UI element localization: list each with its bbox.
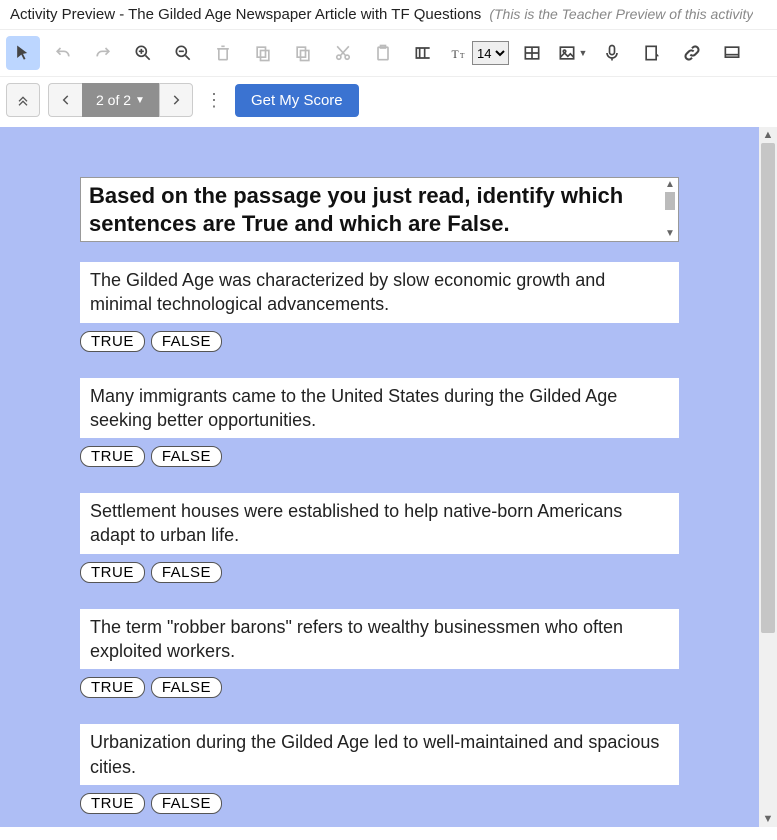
instructions-box: Based on the passage you just read, iden… xyxy=(80,177,679,242)
titlebar: Activity Preview - The Gilded Age Newspa… xyxy=(0,0,777,30)
false-button[interactable]: FALSE xyxy=(151,446,222,467)
undo-button[interactable] xyxy=(46,36,80,70)
copy-button[interactable] xyxy=(246,36,280,70)
vertical-scrollbar[interactable]: ▲ ▼ xyxy=(759,127,777,827)
scroll-track[interactable] xyxy=(759,143,777,811)
worksheet-canvas[interactable]: Based on the passage you just read, iden… xyxy=(0,127,759,827)
font-size-select[interactable]: 1012141618 xyxy=(472,41,509,65)
instructions-text: Based on the passage you just read, iden… xyxy=(89,182,648,237)
page-count-dropdown[interactable]: 2 of 2▼ xyxy=(82,83,159,117)
true-button[interactable]: TRUE xyxy=(80,677,145,698)
scroll-up-icon[interactable]: ▲ xyxy=(759,127,777,143)
clipboard-button[interactable] xyxy=(366,36,400,70)
activity-title: Activity Preview - The Gilded Age Newspa… xyxy=(10,6,481,23)
table-button[interactable] xyxy=(515,36,549,70)
question-block: The term "robber barons" refers to wealt… xyxy=(80,609,679,699)
more-options-button[interactable]: ⋮ xyxy=(201,90,227,111)
question-text: Settlement houses were established to he… xyxy=(80,493,679,554)
link-button[interactable] xyxy=(675,36,709,70)
pointer-tool-button[interactable] xyxy=(6,36,40,70)
question-text: The Gilded Age was characterized by slow… xyxy=(80,262,679,323)
scroll-down-icon[interactable]: ▼ xyxy=(665,229,675,239)
prev-page-button[interactable] xyxy=(48,83,82,117)
false-button[interactable]: FALSE xyxy=(151,562,222,583)
question-block: Many immigrants came to the United State… xyxy=(80,378,679,468)
question-block: Urbanization during the Gilded Age led t… xyxy=(80,724,679,814)
page-nav-group: 2 of 2▼ xyxy=(48,83,193,117)
question-block: Settlement houses were established to he… xyxy=(80,493,679,583)
scroll-up-icon[interactable]: ▲ xyxy=(665,180,675,190)
zoom-out-button[interactable] xyxy=(166,36,200,70)
next-page-button[interactable] xyxy=(159,83,193,117)
false-button[interactable]: FALSE xyxy=(151,793,222,814)
screen-button[interactable] xyxy=(715,36,749,70)
svg-text:T: T xyxy=(460,51,465,60)
cut-button[interactable] xyxy=(326,36,360,70)
teacher-preview-note: (This is the Teacher Preview of this act… xyxy=(489,6,753,22)
true-button[interactable]: TRUE xyxy=(80,446,145,467)
collapse-button[interactable] xyxy=(6,83,40,117)
scroll-thumb[interactable] xyxy=(665,192,675,210)
font-size-icon: TT xyxy=(446,36,472,70)
redo-button[interactable] xyxy=(86,36,120,70)
paste-button[interactable] xyxy=(286,36,320,70)
scroll-thumb[interactable] xyxy=(761,143,775,633)
question-text: Many immigrants came to the United State… xyxy=(80,378,679,439)
instructions-scrollbar[interactable]: ▲ ▼ xyxy=(662,178,678,241)
microphone-button[interactable] xyxy=(595,36,629,70)
get-score-button[interactable]: Get My Score xyxy=(235,84,359,117)
worksheet-canvas-wrap: Based on the passage you just read, iden… xyxy=(0,127,777,827)
pager-toolbar: 2 of 2▼ ⋮ Get My Score xyxy=(0,77,777,127)
audio-button[interactable] xyxy=(635,36,669,70)
scroll-down-icon[interactable]: ▼ xyxy=(759,811,777,827)
true-button[interactable]: TRUE xyxy=(80,793,145,814)
font-size-group: TT 1012141618 xyxy=(446,36,509,70)
delete-button[interactable] xyxy=(206,36,240,70)
image-button[interactable]: ▼ xyxy=(555,36,589,70)
question-text: The term "robber barons" refers to wealt… xyxy=(80,609,679,670)
question-text: Urbanization during the Gilded Age led t… xyxy=(80,724,679,785)
true-button[interactable]: TRUE xyxy=(80,562,145,583)
svg-text:T: T xyxy=(452,48,459,61)
main-toolbar: TT 1012141618 ▼ xyxy=(0,30,777,77)
zoom-in-button[interactable] xyxy=(126,36,160,70)
question-block: The Gilded Age was characterized by slow… xyxy=(80,262,679,352)
text-box-button[interactable] xyxy=(406,36,440,70)
true-button[interactable]: TRUE xyxy=(80,331,145,352)
false-button[interactable]: FALSE xyxy=(151,677,222,698)
false-button[interactable]: FALSE xyxy=(151,331,222,352)
